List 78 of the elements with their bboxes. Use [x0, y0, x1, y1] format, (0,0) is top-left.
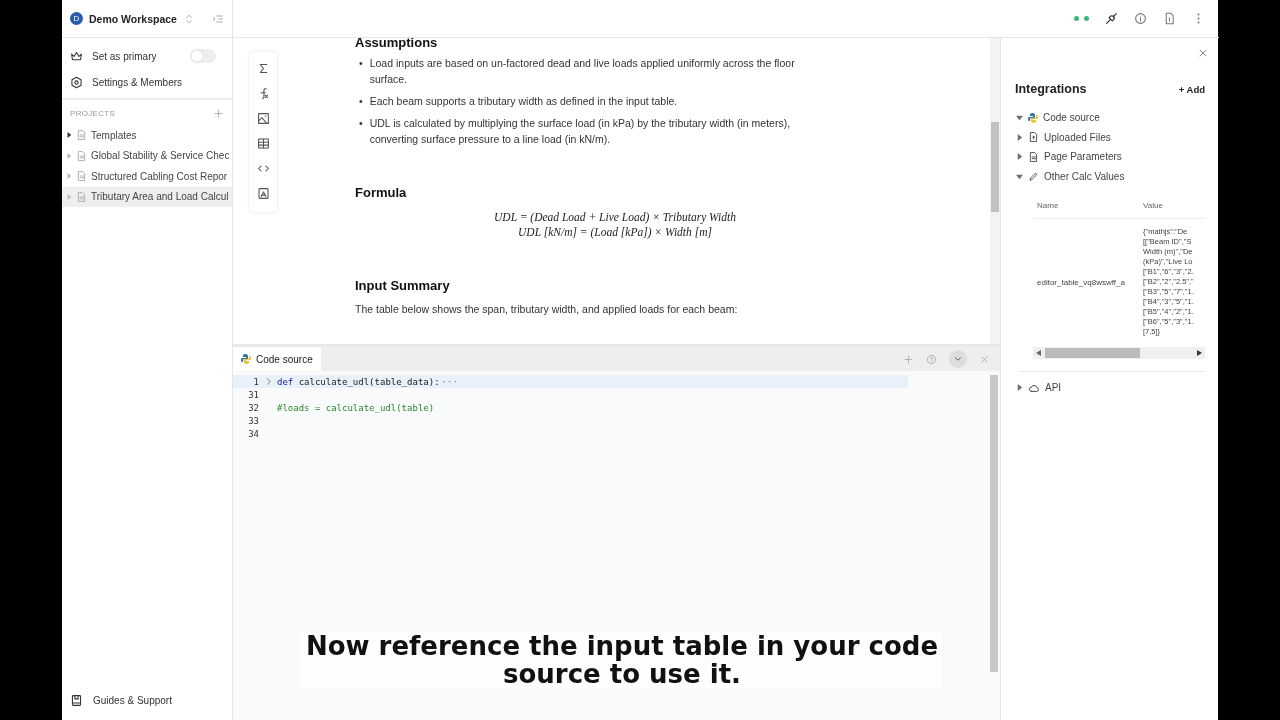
- paragraph-text: The table below shows the span, tributary width, and applied loads for each beam:: [355, 303, 739, 315]
- document-icon: [1028, 150, 1039, 163]
- panel-title: Integrations: [1015, 82, 1087, 96]
- close-icon: [1197, 47, 1209, 59]
- add-icon[interactable]: [213, 108, 224, 119]
- horizontal-scrollbar[interactable]: [1033, 347, 1205, 359]
- image-icon: [256, 112, 270, 125]
- project-item[interactable]: Tributary Area and Load Calcul: [62, 186, 232, 207]
- bullet-text: UDL is calculated by multiplying the surface load (in kPa) by the tributary width (in meters), converting surface pressure to a line load (in kN/m).: [369, 116, 792, 147]
- add-icon: [903, 353, 914, 365]
- bullet-icon: •: [359, 55, 363, 71]
- document-icon: [76, 129, 87, 142]
- settings-icon: [70, 75, 83, 89]
- column-header: Name: [1036, 200, 1060, 210]
- status-dots-icon: [1074, 16, 1089, 21]
- collapse-sidebar-icon[interactable]: [212, 12, 224, 25]
- guides-link[interactable]: Guides & Support: [93, 694, 172, 706]
- pdf-file-icon: [256, 187, 270, 200]
- bullet-text: Each beam supports a tributary width as defined in the input table.: [369, 94, 679, 109]
- plug-icon[interactable]: [1105, 12, 1118, 25]
- fold-ellipsis[interactable]: ···: [441, 376, 458, 387]
- workspace-avatar[interactable]: D: [70, 12, 83, 25]
- bullet-icon: •: [359, 93, 363, 109]
- scrollbar[interactable]: [990, 375, 998, 672]
- bullet-text: Load inputs are based on un-factored dead and live loads applied uniformly across the floor surface.: [369, 56, 796, 87]
- option-label: Set as primary: [92, 50, 157, 62]
- add-button[interactable]: [903, 353, 914, 365]
- section-heading: PROJECTS: [70, 109, 116, 118]
- project-item[interactable]: Structured Cabling Cost Repor: [62, 166, 232, 187]
- close-button[interactable]: [979, 353, 990, 365]
- formula-line: UDL = (Dead Load + Live Load) × Tributary Width: [494, 211, 736, 223]
- line-number: 33: [247, 415, 259, 426]
- tree-item[interactable]: Uploaded Files: [1044, 131, 1111, 143]
- table-cell-text: editor_table_vq8wswff_a: [1036, 277, 1126, 287]
- project-item[interactable]: Templates: [62, 125, 232, 146]
- column-header: Value: [1143, 200, 1163, 210]
- section-heading: Assumptions: [355, 38, 439, 50]
- formula-line: UDL [kN/m] = (Load [kPa]) × Width [m]: [518, 226, 712, 238]
- settings-link[interactable]: Settings & Members: [92, 76, 183, 88]
- document-icon: [76, 170, 87, 183]
- section-heading: Formula: [355, 185, 408, 200]
- scroll-left-icon[interactable]: [1036, 350, 1041, 356]
- project-item[interactable]: Global Stability & Service Chec: [62, 145, 232, 166]
- table-icon: [256, 137, 270, 150]
- code-source-tab[interactable]: Code source: [233, 347, 321, 371]
- book-icon: [70, 693, 83, 707]
- line-number: 31: [247, 389, 259, 400]
- python-icon: [241, 354, 251, 364]
- chevron-down-icon: [953, 354, 963, 364]
- upload-file-icon: [1028, 131, 1039, 144]
- line-number: 32: [247, 402, 259, 413]
- workspace-name[interactable]: Demo Workspace: [89, 12, 177, 25]
- close-icon: [979, 353, 990, 365]
- tree-item[interactable]: API: [1045, 382, 1062, 394]
- code-comment: #loads = calculate_udl(table): [277, 402, 435, 413]
- tree-item[interactable]: Page Parameters: [1044, 151, 1122, 163]
- video-caption: Now reference the input table in your code source to use it.: [302, 632, 942, 688]
- add-button[interactable]: + Add: [1178, 83, 1205, 95]
- scroll-right-icon[interactable]: [1197, 350, 1202, 356]
- crown-icon: [70, 49, 83, 63]
- document-icon: [76, 190, 87, 203]
- section-heading: Input Summary: [355, 278, 451, 293]
- close-button[interactable]: [1197, 47, 1209, 59]
- scrollbar[interactable]: [990, 38, 1000, 344]
- info-icon[interactable]: [1134, 12, 1147, 25]
- tree-item[interactable]: Other Calc Values: [1044, 170, 1125, 182]
- code-line: def calculate_udl(table_data):: [277, 376, 440, 387]
- help-icon: [926, 353, 937, 365]
- pencil-icon: [1028, 170, 1039, 182]
- document-icon: [76, 149, 87, 162]
- bullet-icon: •: [359, 115, 363, 131]
- python-icon: [1028, 112, 1038, 123]
- line-number: 34: [247, 428, 259, 439]
- toggle-switch[interactable]: [190, 49, 216, 63]
- tree-item[interactable]: Code source: [1043, 112, 1100, 124]
- caret-icon[interactable]: [66, 132, 72, 139]
- line-number: 1: [252, 376, 259, 387]
- help-button[interactable]: [926, 353, 937, 365]
